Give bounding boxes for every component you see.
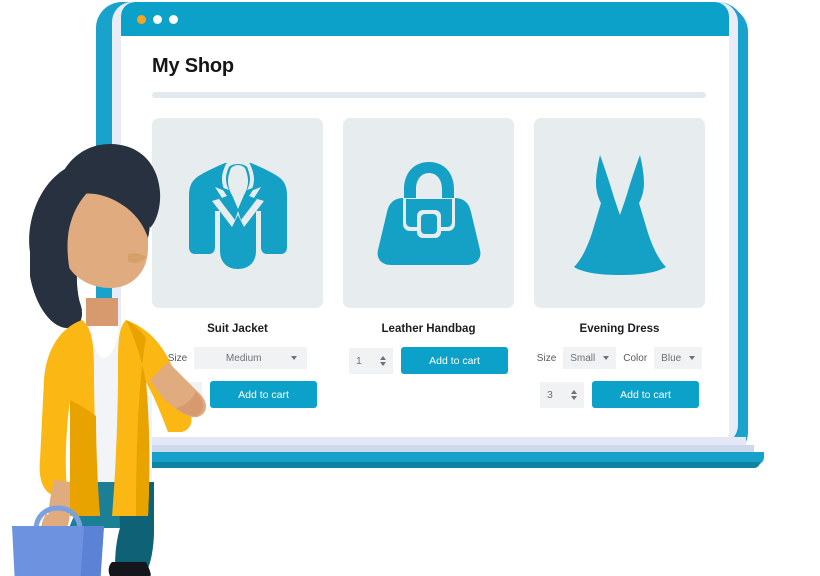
browser-window: My Shop Suit Jacket Size Medium Add to c… [121, 2, 729, 437]
add-to-cart-button[interactable]: Add to cart [592, 381, 699, 408]
quantity-value: 3 [547, 388, 553, 401]
product-thumbnail[interactable] [343, 118, 514, 308]
product-card-evening-dress: Evening Dress Size Small Color Blue 3 Ad… [534, 118, 705, 408]
maximize-dot[interactable] [169, 15, 178, 24]
cart-controls: 3 Add to cart [534, 381, 705, 408]
cart-controls: 1 Add to cart [343, 347, 514, 374]
chevron-down-icon [603, 356, 610, 360]
screenshot-stage: My Shop Suit Jacket Size Medium Add to c… [0, 0, 820, 576]
option-label-size: Size [536, 352, 557, 364]
chevron-down-icon [689, 356, 696, 360]
browser-titlebar [121, 2, 729, 36]
chevron-down-icon [291, 356, 298, 360]
size-select-value: Medium [225, 352, 262, 364]
product-name: Evening Dress [579, 323, 660, 335]
handbag-icon [376, 158, 482, 268]
quantity-stepper[interactable]: 3 [540, 381, 584, 408]
add-to-cart-button[interactable]: Add to cart [401, 347, 508, 374]
product-grid: Suit Jacket Size Medium 2 [152, 118, 706, 408]
quantity-value: 1 [356, 354, 362, 367]
add-to-cart-button[interactable]: Add to cart [210, 381, 317, 408]
stepper-arrows-icon[interactable] [571, 389, 577, 400]
option-label-color: Color [623, 352, 648, 364]
woman-shopper-illustration [0, 130, 210, 576]
stepper-arrows-icon[interactable] [380, 355, 386, 366]
product-options: Size Small Color Blue [534, 347, 705, 369]
quantity-stepper[interactable]: 1 [349, 347, 393, 374]
minimize-dot[interactable] [153, 15, 162, 24]
header-divider [152, 92, 706, 98]
dress-icon [570, 151, 670, 276]
size-select-value: Small [570, 352, 596, 364]
size-select[interactable]: Medium [194, 347, 308, 369]
close-dot[interactable] [137, 15, 146, 24]
color-select-value: Blue [661, 352, 682, 364]
product-name: Leather Handbag [381, 323, 476, 335]
size-select[interactable]: Small [563, 347, 617, 369]
product-card-leather-handbag: Leather Handbag 1 Add to cart [343, 118, 514, 408]
page-title: My Shop [152, 55, 234, 77]
shop-page: My Shop Suit Jacket Size Medium Add to c… [121, 36, 729, 437]
color-select[interactable]: Blue [654, 347, 703, 369]
product-thumbnail[interactable] [534, 118, 705, 308]
